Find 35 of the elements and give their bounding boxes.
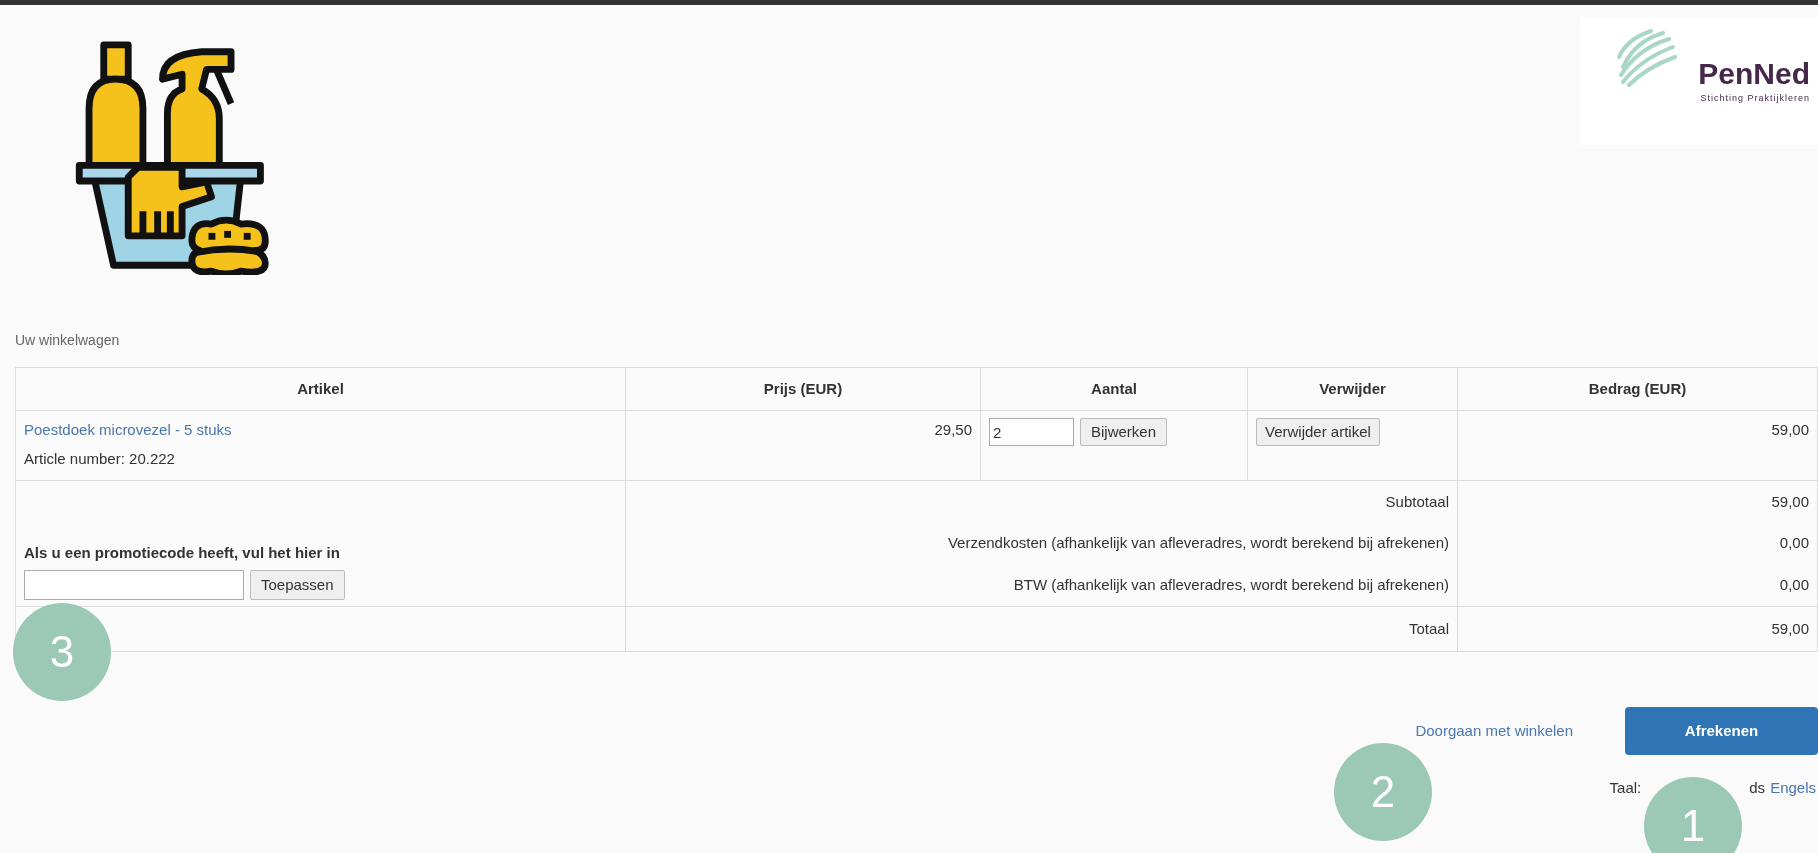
logo-tagline: Stichting Praktijkleren — [1700, 92, 1810, 105]
step-number-marker: 3 — [13, 603, 111, 701]
summary-label: Totaal — [1408, 619, 1449, 637]
continue-shopping-link[interactable]: Doorgaan met winkelen — [1415, 719, 1573, 743]
summary-value: 59,00 — [1771, 619, 1809, 637]
summary-label: Subtotaal — [1385, 492, 1449, 510]
summary-label: Verzendkosten (afhankelijk van afleveradres, wordt berekend bij afrekenen) — [947, 534, 1449, 552]
summary-label: BTW (afhankelijk van afleveradres, wordt berekend bij afrekenen) — [1013, 576, 1449, 593]
promo-label: Als u een promotiecode heeft, vul het hier in — [24, 542, 341, 563]
logo-name: PenNed — [1698, 59, 1810, 89]
striped-globe-icon — [1615, 27, 1677, 87]
apply-button[interactable]: Toepassen — [250, 570, 345, 600]
language-current: ds — [1749, 778, 1766, 798]
column-header: Aantal — [980, 367, 1248, 411]
update-button[interactable]: Bijwerken — [1080, 418, 1168, 446]
amount-text: 59,00 — [1771, 421, 1809, 438]
step-number-marker: 2 — [1334, 743, 1432, 841]
summary-value: 59,00 — [1771, 492, 1809, 510]
column-header: Artikel — [15, 367, 626, 411]
promo-code-field[interactable] — [24, 570, 244, 600]
column-header: Bedrag (EUR) — [1457, 367, 1818, 411]
summary-value: 0,00 — [1779, 576, 1809, 593]
column-header: Prijs (EUR) — [625, 367, 981, 411]
product-link[interactable]: Poestdoek microvezel - 5 stuks — [24, 419, 617, 442]
language-label: Taal: — [1609, 778, 1642, 798]
checkout-button[interactable]: Afrekenen — [1625, 707, 1818, 755]
language-link[interactable]: Engels — [1770, 777, 1816, 800]
column-header: Verwijder — [1247, 367, 1458, 411]
remove-item-button[interactable]: Verwijder artikel — [1256, 418, 1380, 446]
cart-title: Uw winkelwagen — [15, 331, 121, 350]
summary-value: 0,00 — [1779, 534, 1809, 552]
step-number-marker: 1 — [1644, 777, 1742, 853]
article-number: Article number: 20.222 — [24, 448, 176, 469]
quantity-field[interactable]: 2 — [989, 418, 1074, 446]
price-text: 29,50 — [934, 421, 972, 438]
